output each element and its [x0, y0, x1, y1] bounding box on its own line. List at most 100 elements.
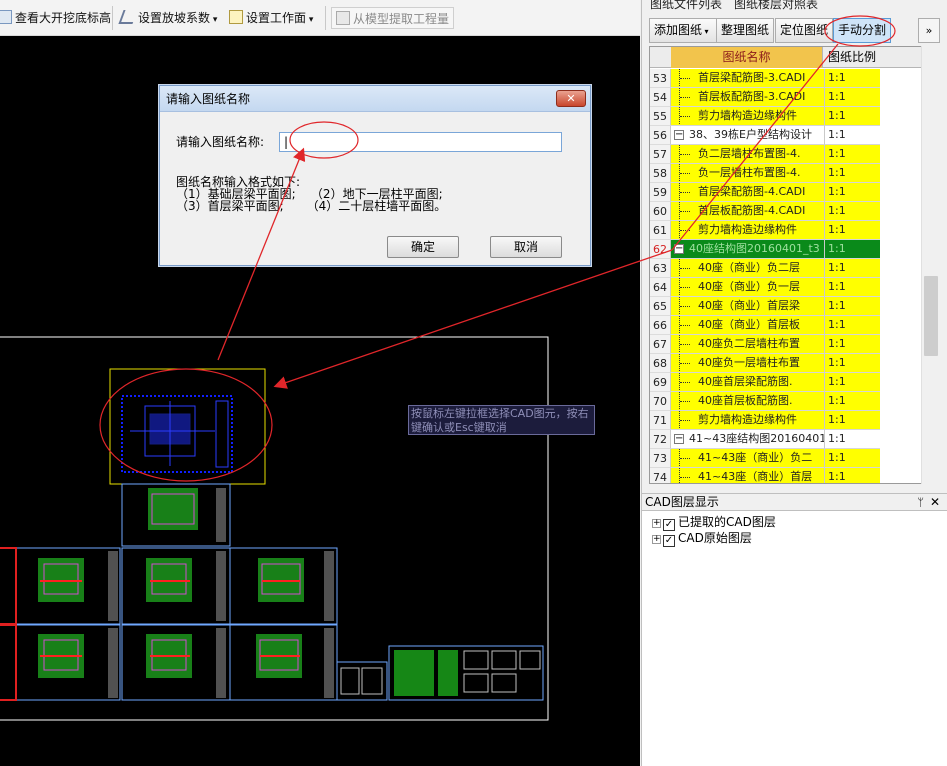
view-excavation-elevation-button[interactable]: 查看大开挖底标高	[0, 7, 111, 29]
table-row[interactable]: 61 剪力墙构造边缘构件 1:1	[650, 221, 938, 240]
row-name-cell[interactable]: 负二层墙柱布置图-4.	[671, 145, 824, 164]
row-scale-cell[interactable]: 1:1	[824, 392, 880, 411]
row-scale-cell[interactable]: 1:1	[824, 297, 880, 316]
table-row[interactable]: 65 40座（商业）首层梁 1:1	[650, 297, 938, 316]
table-row[interactable]: 68 40座负一层墙柱布置 1:1	[650, 354, 938, 373]
row-name-cell[interactable]: 40座负一层墙柱布置	[671, 354, 824, 373]
table-row[interactable]: 71 剪力墙构造边缘构件 1:1	[650, 411, 938, 430]
row-scale-cell[interactable]: 1:1	[824, 164, 880, 183]
row-number: 64	[650, 278, 671, 297]
row-scale-cell[interactable]: 1:1	[824, 240, 880, 259]
row-scale-cell[interactable]: 1:1	[824, 202, 880, 221]
row-scale-cell[interactable]: 1:1	[824, 316, 880, 335]
row-scale-cell[interactable]: 1:1	[824, 88, 880, 107]
table-row[interactable]: 58 负一层墙柱布置图-4. 1:1	[650, 164, 938, 183]
expand-icon[interactable]: +	[652, 535, 661, 544]
table-row[interactable]: 55 剪力墙构造边缘构件 1:1	[650, 107, 938, 126]
pin-icon[interactable]: ᛘ	[917, 494, 924, 511]
expand-icon[interactable]: +	[652, 519, 661, 528]
table-row[interactable]: 59 首层梁配筋图-4.CADI 1:1	[650, 183, 938, 202]
more-buttons-chevron[interactable]: »	[918, 18, 940, 43]
cancel-button[interactable]: 取消	[490, 236, 562, 258]
dialog-close-button[interactable]: ✕	[556, 90, 586, 107]
close-icon[interactable]: ✕	[930, 494, 940, 511]
manual-split-button[interactable]: 手动分割	[833, 18, 892, 43]
column-header-name[interactable]: 图纸名称	[671, 47, 823, 68]
row-scale-cell[interactable]: 1:1	[824, 411, 880, 430]
table-row[interactable]: 70 40座首层板配筋图. 1:1	[650, 392, 938, 411]
row-scale-cell[interactable]: 1:1	[824, 430, 880, 449]
row-name-cell[interactable]: −40座结构图20160401_t3	[671, 240, 824, 259]
column-header-scale[interactable]: 图纸比例	[824, 47, 880, 68]
row-name-cell[interactable]: 40座（商业）首层梁	[671, 297, 824, 316]
row-scale-cell[interactable]: 1:1	[824, 145, 880, 164]
table-row[interactable]: 64 40座（商业）负一层 1:1	[650, 278, 938, 297]
table-row[interactable]: 73 41~43座（商业）负二 1:1	[650, 449, 938, 468]
table-scrollbar[interactable]	[921, 46, 939, 484]
row-name-cell[interactable]: 首层梁配筋图-4.CADI	[671, 183, 824, 202]
collapse-icon[interactable]: −	[674, 244, 684, 254]
row-name-text: 40座（商业）负二层	[698, 261, 800, 274]
row-name-cell[interactable]: 40座首层板配筋图.	[671, 392, 824, 411]
row-name-cell[interactable]: 41~43座（商业）首层	[671, 468, 824, 483]
row-name-cell[interactable]: 首层板配筋图-4.CADI	[671, 202, 824, 221]
toolbar-separator	[112, 6, 113, 30]
table-row[interactable]: 72−41~43座结构图20160401 1:1	[650, 430, 938, 449]
layer-checkbox[interactable]: ✓	[663, 535, 675, 547]
row-scale-cell[interactable]: 1:1	[824, 449, 880, 468]
tab-drawing-file-list[interactable]: 图纸文件列表	[650, 0, 722, 11]
set-slope-coefficient-button[interactable]: 设置放坡系数 ▾	[118, 7, 217, 29]
tab-drawing-floor-table[interactable]: 图纸楼层对照表	[734, 0, 818, 11]
layer-node-original[interactable]: + ✓ CAD原始图层	[652, 530, 752, 547]
collapse-icon[interactable]: −	[674, 130, 684, 140]
row-name-cell[interactable]: 40座（商业）首层板	[671, 316, 824, 335]
row-name-cell[interactable]: 40座（商业）负一层	[671, 278, 824, 297]
table-row[interactable]: 67 40座负二层墙柱布置 1:1	[650, 335, 938, 354]
ok-button[interactable]: 确定	[387, 236, 459, 258]
table-row[interactable]: 74 41~43座（商业）首层 1:1	[650, 468, 938, 483]
organize-drawing-button[interactable]: 整理图纸	[716, 18, 775, 43]
extract-from-model-button[interactable]: 从模型提取工程量	[331, 7, 455, 29]
row-scale-cell[interactable]: 1:1	[824, 221, 880, 240]
row-name-cell[interactable]: 剪力墙构造边缘构件	[671, 107, 824, 126]
row-scale-cell[interactable]: 1:1	[824, 259, 880, 278]
row-name-cell[interactable]: −38、39栋E户型结构设计	[671, 126, 824, 145]
row-scale-cell[interactable]: 1:1	[824, 373, 880, 392]
table-row[interactable]: 57 负二层墙柱布置图-4. 1:1	[650, 145, 938, 164]
row-name-cell[interactable]: 40座（商业）负二层	[671, 259, 824, 278]
row-name-cell[interactable]: 首层板配筋图-3.CADI	[671, 88, 824, 107]
row-scale-cell[interactable]: 1:1	[824, 354, 880, 373]
table-row[interactable]: 56−38、39栋E户型结构设计 1:1	[650, 126, 938, 145]
row-scale-cell[interactable]: 1:1	[824, 69, 880, 88]
table-row[interactable]: 66 40座（商业）首层板 1:1	[650, 316, 938, 335]
table-row[interactable]: 54 首层板配筋图-3.CADI 1:1	[650, 88, 938, 107]
row-name-cell[interactable]: −41~43座结构图20160401	[671, 430, 824, 449]
collapse-icon[interactable]: −	[674, 434, 684, 444]
row-scale-cell[interactable]: 1:1	[824, 126, 880, 145]
table-row[interactable]: 69 40座首层梁配筋图. 1:1	[650, 373, 938, 392]
tree-connector	[679, 202, 690, 220]
scrollbar-thumb[interactable]	[924, 276, 938, 356]
drawing-name-input[interactable]: |	[279, 132, 562, 152]
add-drawing-button[interactable]: 添加图纸 ▾	[649, 18, 717, 43]
table-row[interactable]: 63 40座（商业）负二层 1:1	[650, 259, 938, 278]
row-scale-cell[interactable]: 1:1	[824, 278, 880, 297]
row-name-cell[interactable]: 40座首层梁配筋图.	[671, 373, 824, 392]
table-row[interactable]: 62−40座结构图20160401_t3 1:1	[650, 240, 938, 259]
layer-node-extracted[interactable]: + ✓ 已提取的CAD图层	[652, 514, 776, 531]
row-scale-cell[interactable]: 1:1	[824, 107, 880, 126]
row-name-cell[interactable]: 剪力墙构造边缘构件	[671, 411, 824, 430]
row-name-cell[interactable]: 41~43座（商业）负二	[671, 449, 824, 468]
row-name-cell[interactable]: 负一层墙柱布置图-4.	[671, 164, 824, 183]
table-row[interactable]: 53 首层梁配筋图-3.CADI 1:1	[650, 69, 938, 88]
set-workface-button[interactable]: 设置工作面 ▾	[229, 7, 313, 29]
row-name-cell[interactable]: 40座负二层墙柱布置	[671, 335, 824, 354]
row-name-cell[interactable]: 剪力墙构造边缘构件	[671, 221, 824, 240]
table-row[interactable]: 60 首层板配筋图-4.CADI 1:1	[650, 202, 938, 221]
locate-drawing-button[interactable]: 定位图纸	[775, 18, 834, 43]
row-scale-cell[interactable]: 1:1	[824, 335, 880, 354]
row-scale-cell[interactable]: 1:1	[824, 468, 880, 483]
row-name-cell[interactable]: 首层梁配筋图-3.CADI	[671, 69, 824, 88]
tree-connector	[679, 183, 690, 201]
row-scale-cell[interactable]: 1:1	[824, 183, 880, 202]
